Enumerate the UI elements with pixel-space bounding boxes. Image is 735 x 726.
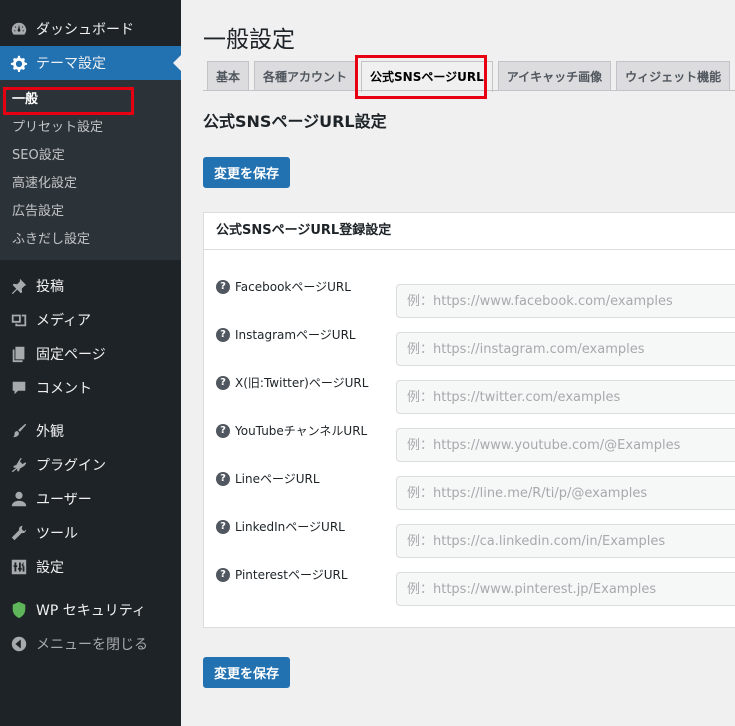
sidebar-item-settings[interactable]: 設定: [0, 550, 181, 584]
sidebar-item-label: WP セキュリティ: [36, 603, 146, 619]
dashboard-icon: [0, 20, 36, 38]
tab-basic[interactable]: 基本: [207, 61, 250, 91]
field-row-twitter: ? X(旧:Twitter)ページURL: [216, 375, 735, 414]
sidebar-item-security[interactable]: WP セキュリティ: [0, 593, 181, 627]
field-row-youtube: ? YouTubeチャンネルURL: [216, 423, 735, 462]
page-title: 一般設定: [203, 27, 295, 53]
sidebar-item-label: 設定: [36, 560, 64, 576]
help-icon[interactable]: ?: [216, 471, 230, 486]
help-icon[interactable]: ?: [216, 375, 230, 390]
sidebar-item-dashboard[interactable]: ダッシュボード: [0, 12, 181, 46]
collapse-menu-button[interactable]: メニューを閉じる: [0, 627, 181, 661]
help-icon[interactable]: ?: [216, 327, 230, 342]
sidebar-item-label: 投稿: [36, 279, 64, 295]
field-label: ? LinkedInページURL: [216, 518, 345, 535]
field-row-facebook: ? FacebookページURL: [216, 279, 735, 318]
sidebar-item-label: コメント: [36, 381, 92, 397]
wrench-icon: [0, 524, 36, 542]
submenu-item-seo[interactable]: SEO設定: [0, 142, 181, 170]
pages-icon: [0, 345, 36, 363]
sidebar-item-label: 固定ページ: [36, 347, 106, 363]
sidebar-item-label: メディア: [36, 313, 92, 329]
sidebar-item-users[interactable]: ユーザー: [0, 482, 181, 516]
help-icon[interactable]: ?: [216, 567, 230, 582]
media-icon: [0, 311, 36, 329]
submenu-item-balloon[interactable]: ふきだし設定: [0, 226, 181, 254]
field-row-instagram: ? InstagramページURL: [216, 327, 735, 366]
submenu-item-ads[interactable]: 広告設定: [0, 198, 181, 226]
help-icon[interactable]: ?: [216, 279, 230, 294]
field-label: ? FacebookページURL: [216, 278, 351, 295]
help-icon[interactable]: ?: [216, 423, 230, 438]
youtube-url-input[interactable]: [396, 428, 735, 462]
save-button-top[interactable]: 変更を保存: [203, 157, 290, 188]
comment-icon: [0, 379, 36, 397]
sidebar-item-posts[interactable]: 投稿: [0, 269, 181, 303]
linkedin-url-input[interactable]: [396, 524, 735, 558]
tab-accounts[interactable]: 各種アカウント: [254, 61, 357, 91]
instagram-url-input[interactable]: [396, 332, 735, 366]
field-row-pinterest: ? PinterestページURL: [216, 567, 735, 606]
sns-settings-card: 公式SNSページURL登録設定 ?FacebookページURL ?Instagr…: [203, 212, 735, 628]
field-label: ? LineページURL: [216, 470, 320, 487]
sidebar-item-label: 外観: [36, 424, 64, 440]
sidebar-item-theme-settings[interactable]: テーマ設定: [0, 46, 181, 80]
save-button-bottom[interactable]: 変更を保存: [203, 657, 290, 688]
field-row-line: ? LineページURL: [216, 471, 735, 510]
card-title: 公式SNSページURL登録設定: [204, 213, 735, 250]
tab-widget[interactable]: ウィジェット機能: [616, 61, 731, 91]
sidebar-item-pages[interactable]: 固定ページ: [0, 337, 181, 371]
sidebar-item-label: メニューを閉じる: [36, 637, 148, 653]
sidebar-item-media[interactable]: メディア: [0, 303, 181, 337]
submenu-item-preset[interactable]: プリセット設定: [0, 114, 181, 142]
sidebar-item-label: ダッシュボード: [36, 22, 134, 38]
highlight-box-general: [3, 87, 134, 115]
pinterest-url-input[interactable]: [396, 572, 735, 606]
user-icon: [0, 490, 36, 508]
twitter-url-input[interactable]: [396, 380, 735, 414]
field-label: ? InstagramページURL: [216, 326, 356, 343]
sidebar-item-label: ユーザー: [36, 492, 92, 508]
submenu-item-speed[interactable]: 高速化設定: [0, 170, 181, 198]
field-label: ? X(旧:Twitter)ページURL: [216, 374, 368, 391]
field-label: ? PinterestページURL: [216, 566, 348, 583]
sliders-icon: [0, 558, 36, 576]
pin-icon: [0, 277, 36, 295]
sidebar-item-tools[interactable]: ツール: [0, 516, 181, 550]
highlight-box-sns-tab: [355, 55, 487, 99]
sidebar-item-comments[interactable]: コメント: [0, 371, 181, 405]
gear-icon: [0, 54, 36, 72]
sidebar-item-label: ツール: [36, 526, 78, 542]
shield-icon: [0, 601, 36, 619]
tab-eyecatch[interactable]: アイキャッチ画像: [497, 61, 612, 91]
line-url-input[interactable]: [396, 476, 735, 510]
sidebar-item-label: テーマ設定: [36, 56, 106, 72]
facebook-url-input[interactable]: [396, 284, 735, 318]
sidebar-item-plugins[interactable]: プラグイン: [0, 448, 181, 482]
collapse-arrow-icon: [0, 635, 36, 653]
sidebar-item-appearance[interactable]: 外観: [0, 414, 181, 448]
sidebar-item-label: プラグイン: [36, 458, 106, 474]
plugin-icon: [0, 456, 36, 474]
field-label: ? YouTubeチャンネルURL: [216, 422, 367, 439]
main-content: 一般設定 基本 各種アカウント 公式SNSページURL アイキャッチ画像 ウィジ…: [181, 0, 735, 726]
help-icon[interactable]: ?: [216, 519, 230, 534]
section-title: 公式SNSページURL設定: [203, 112, 387, 131]
field-row-linkedin: ? LinkedInページURL: [216, 519, 735, 558]
brush-icon: [0, 422, 36, 440]
